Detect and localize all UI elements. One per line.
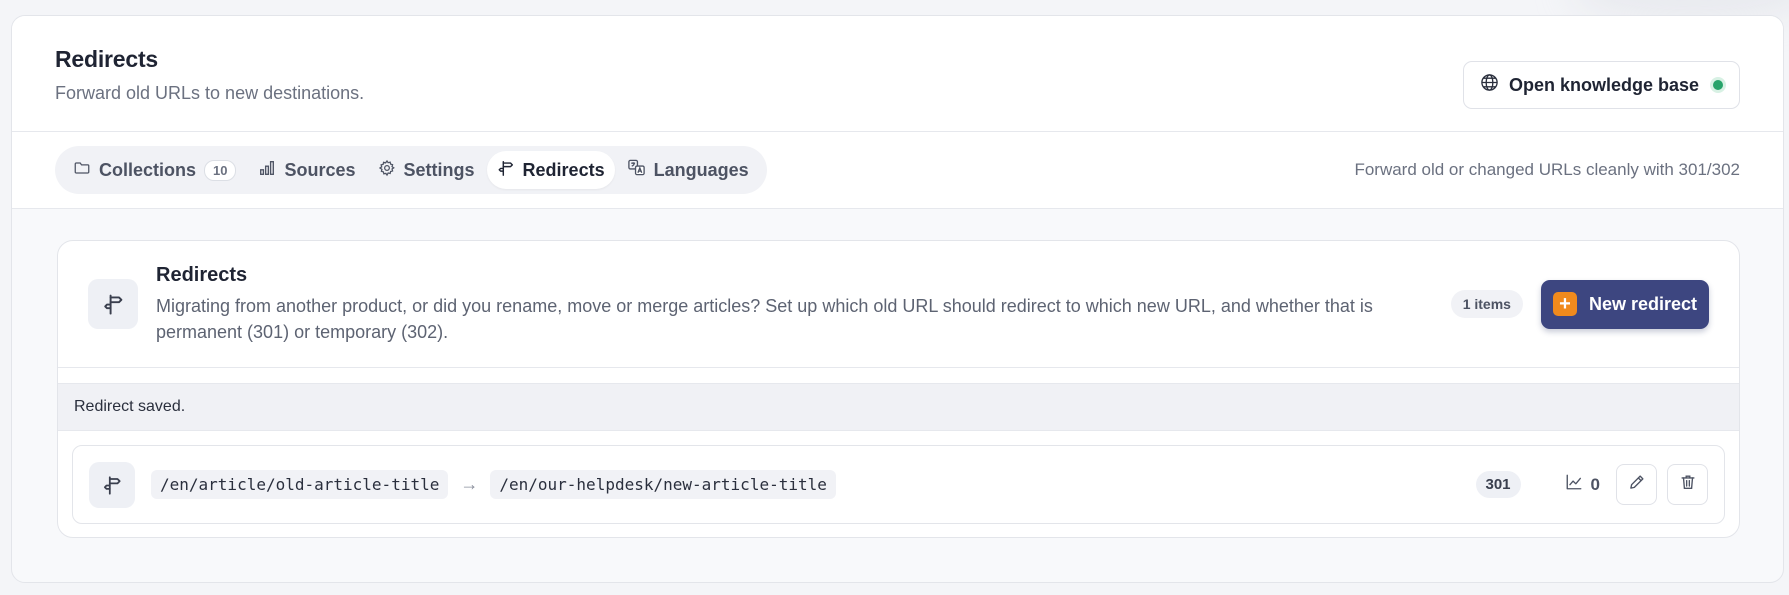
page-header: Redirects Forward old URLs to new destin… — [12, 16, 1783, 132]
hit-stats: 0 — [1565, 473, 1600, 496]
tab-settings[interactable]: Settings — [368, 151, 485, 189]
redirect-to-path: /en/our-helpdesk/new-article-title — [490, 470, 836, 499]
card-description: Migrating from another product, or did y… — [156, 295, 1373, 342]
trash-icon — [1679, 473, 1697, 496]
card-title: Redirects — [156, 263, 248, 286]
new-redirect-label: New redirect — [1588, 293, 1697, 314]
folder-icon — [73, 159, 91, 182]
open-knowledge-base-button[interactable]: Open knowledge base — [1462, 61, 1740, 109]
signpost-icon — [497, 159, 515, 182]
tab-languages[interactable]: Languages — [617, 151, 759, 189]
card-header: Redirects Migrating from another product… — [58, 241, 1739, 368]
translate-icon — [627, 158, 646, 182]
tab-redirects-label: Redirects — [522, 159, 605, 180]
signpost-icon — [88, 279, 138, 329]
header-text: Redirects Forward old URLs to new destin… — [55, 46, 364, 104]
tab-sources-label: Sources — [284, 159, 356, 180]
items-count-badge: 1 items — [1450, 290, 1523, 318]
tab-redirects[interactable]: Redirects — [486, 151, 615, 189]
redirect-from-path: /en/article/old-article-title — [151, 470, 449, 499]
signpost-icon — [89, 461, 135, 508]
arrow-right-icon: → — [460, 474, 479, 494]
card-text: Redirects Migrating from another product… — [156, 264, 1425, 345]
knowledge-base-label: Open knowledge base — [1508, 74, 1699, 95]
plus-icon: + — [1552, 292, 1577, 316]
redirect-row: /en/article/old-article-title → /en/our-… — [72, 445, 1725, 524]
globe-icon — [1480, 73, 1499, 97]
success-message: Redirect saved. — [58, 383, 1739, 431]
new-redirect-button[interactable]: + New redirect — [1540, 279, 1709, 329]
tab-sources[interactable]: Sources — [248, 151, 365, 189]
tab-collections-label: Collections — [99, 159, 197, 180]
bar-chart-icon — [258, 159, 276, 182]
tab-languages-label: Languages — [653, 159, 749, 180]
tab-bar: Collections 10 Sources Settings Redirect… — [12, 132, 1783, 209]
page-title: Redirects — [55, 46, 159, 72]
redirects-card: Redirects Migrating from another product… — [57, 240, 1740, 538]
tabs: Collections 10 Sources Settings Redirect… — [55, 146, 767, 194]
trend-chart-icon — [1565, 473, 1583, 496]
redirects-page: Redirects Forward old URLs to new destin… — [11, 15, 1784, 583]
hit-count: 0 — [1590, 474, 1600, 494]
delete-redirect-button[interactable] — [1667, 464, 1708, 505]
tab-settings-label: Settings — [403, 159, 475, 180]
gear-icon — [378, 159, 396, 182]
tabbar-hint: Forward old or changed URLs cleanly with… — [1354, 160, 1740, 179]
status-code-badge: 301 — [1475, 471, 1521, 498]
tab-collections[interactable]: Collections 10 — [63, 151, 246, 189]
page-subtitle: Forward old URLs to new destinations. — [55, 83, 365, 103]
pencil-icon — [1628, 473, 1646, 496]
collections-count-badge: 10 — [204, 159, 237, 181]
online-status-dot — [1713, 80, 1723, 90]
edit-redirect-button[interactable] — [1616, 464, 1657, 505]
